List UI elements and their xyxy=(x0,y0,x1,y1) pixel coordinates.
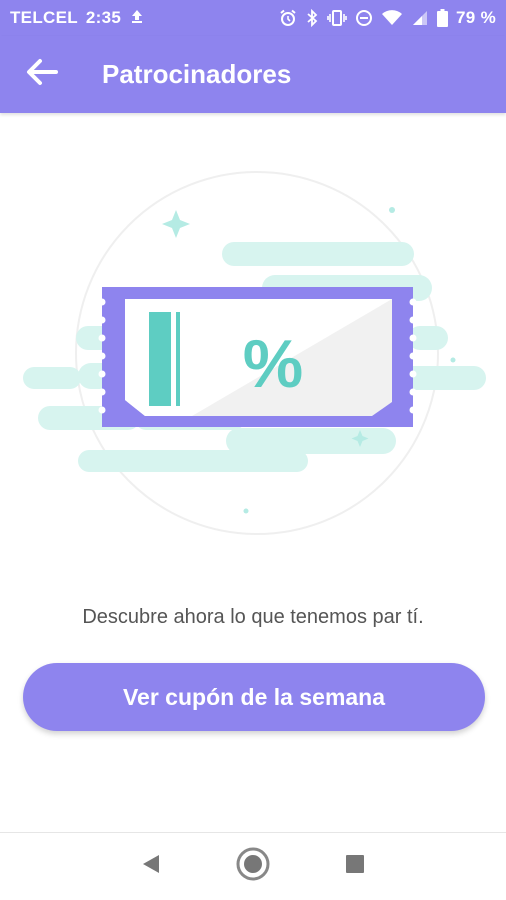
status-bar: TELCEL 2:35 79 % xyxy=(0,0,506,36)
status-left: TELCEL 2:35 xyxy=(10,8,145,29)
back-triangle-icon xyxy=(139,852,163,881)
arrow-left-icon xyxy=(24,54,60,95)
coupon-ticket-icon: % xyxy=(23,171,486,535)
bluetooth-icon xyxy=(305,9,319,27)
nav-back-button[interactable] xyxy=(126,842,176,892)
nav-home-button[interactable] xyxy=(228,842,278,892)
carrier-label: TELCEL xyxy=(10,8,78,27)
app-bar: Patrocinadores xyxy=(0,36,506,113)
signal-icon xyxy=(411,9,429,27)
weekly-coupon-button[interactable]: Ver cupón de la semana xyxy=(23,663,485,731)
vibrate-icon xyxy=(327,9,347,27)
back-button[interactable] xyxy=(12,45,72,105)
recents-square-icon xyxy=(343,852,367,881)
coupon-illustration: % xyxy=(0,150,506,570)
battery-icon xyxy=(437,9,449,27)
dnd-icon xyxy=(355,9,373,27)
page-title: Patrocinadores xyxy=(102,59,292,89)
clock-label: 2:35 xyxy=(85,8,122,27)
tagline-text: Descubre ahora lo que tenemos par tí. xyxy=(82,606,424,628)
percent-symbol: % xyxy=(243,326,303,402)
alarm-icon xyxy=(279,9,297,27)
status-right: 79 % xyxy=(279,8,496,28)
nav-recents-button[interactable] xyxy=(330,842,380,892)
wifi-icon xyxy=(381,9,403,27)
system-nav-bar xyxy=(0,832,506,900)
upload-icon xyxy=(129,8,145,29)
battery-percent: 79 % xyxy=(456,8,496,27)
home-circle-icon xyxy=(235,846,271,887)
